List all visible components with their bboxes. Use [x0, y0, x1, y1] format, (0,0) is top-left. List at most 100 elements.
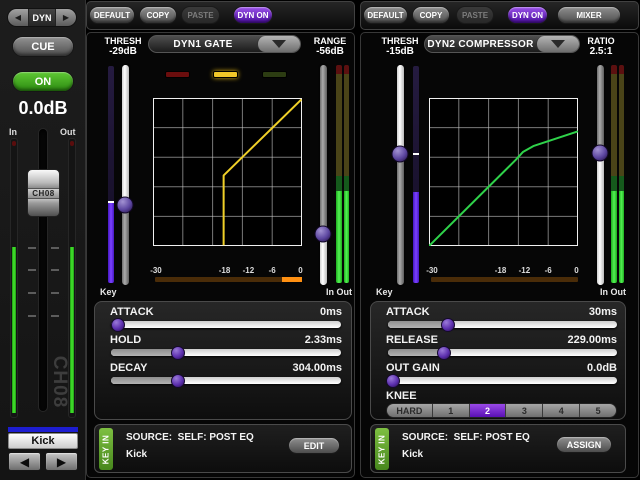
- comp-thresh-readout: THRESH -15dB: [373, 36, 427, 57]
- attack-value: 0ms: [242, 306, 342, 318]
- knee-option-hard[interactable]: HARD: [387, 404, 433, 417]
- clip-led: [70, 141, 74, 146]
- gate-thresh-knob[interactable]: [117, 196, 134, 213]
- left-arrow-icon: ◀: [15, 13, 21, 22]
- attack-label: ATTACK: [110, 306, 154, 318]
- scale-tick: -30: [150, 266, 162, 275]
- next-block-button[interactable]: ▶: [56, 9, 76, 26]
- comp-outgain-slider[interactable]: [388, 377, 617, 384]
- outgain-value: 0.0dB: [517, 362, 617, 374]
- block-label: DYN: [28, 9, 56, 26]
- knee-option-3[interactable]: 3: [506, 404, 543, 417]
- hold-value: 2.33ms: [242, 334, 342, 346]
- input-level-meter: [10, 138, 18, 418]
- gate-led-green: [262, 71, 287, 78]
- scale-tick: -18: [495, 266, 507, 275]
- processing-block-selector: ◀ DYN ▶: [7, 8, 77, 27]
- comp-release-slider[interactable]: [388, 349, 617, 356]
- cue-button[interactable]: CUE: [12, 36, 74, 57]
- gate-keyin-edit-button[interactable]: EDIT: [288, 437, 340, 454]
- gate-thresh-readout: THRESH -29dB: [96, 36, 150, 57]
- chevron-down-icon: [272, 40, 286, 48]
- gate-dyn-on-button[interactable]: DYN ON: [233, 6, 273, 24]
- gate-led-red: [165, 71, 190, 78]
- comp-gr-meter: [431, 277, 578, 282]
- gate-led-yellow: [213, 71, 238, 78]
- clip-led: [12, 141, 16, 146]
- slider-fill: [111, 377, 178, 384]
- comp-attack-slider[interactable]: [388, 321, 617, 328]
- gate-keyin-channel: Kick: [126, 449, 147, 460]
- gate-thresh-slider[interactable]: [122, 65, 129, 285]
- gate-type-dropdown[interactable]: DYN1 GATE: [148, 35, 301, 53]
- gate-decay-slider[interactable]: [111, 377, 341, 384]
- key-caption: Key: [376, 287, 393, 297]
- gate-paste-button[interactable]: PASTE: [181, 6, 220, 24]
- fader-cap-label: CH08: [28, 188, 59, 199]
- thresh-label: THRESH: [373, 36, 427, 46]
- slider-fill: [397, 65, 404, 154]
- inout-caption: In Out: [590, 287, 626, 297]
- comp-db-scale: -30 -18 -12 -6 0: [429, 266, 578, 275]
- comp-outgain-knob[interactable]: [386, 374, 400, 388]
- meter-out-label: Out: [60, 127, 76, 137]
- comp-dyn-on-button[interactable]: DYN ON: [507, 6, 548, 24]
- gate-curve: [224, 99, 302, 245]
- knee-option-5[interactable]: 5: [580, 404, 616, 417]
- slider-fill: [597, 153, 604, 285]
- gate-attack-knob[interactable]: [111, 318, 125, 332]
- gate-range-knob[interactable]: [315, 226, 332, 243]
- gate-params-panel: [94, 301, 352, 420]
- gate-db-scale: -30 -18 -12 -6 0: [153, 266, 302, 275]
- gate-range-readout: RANGE -56dB: [306, 36, 354, 57]
- dropdown-button[interactable]: [536, 36, 579, 52]
- knee-option-1[interactable]: 1: [433, 404, 470, 417]
- gate-decay-knob[interactable]: [171, 374, 185, 388]
- scale-tick: 0: [298, 266, 302, 275]
- channel-color-bar: [8, 427, 78, 432]
- keyin-tab-label: KEY IN: [102, 434, 111, 464]
- threshold-marker: [413, 153, 419, 155]
- fader-tick: [28, 315, 36, 317]
- comp-default-button[interactable]: DEFAULT: [363, 6, 408, 24]
- next-channel-button[interactable]: ▶: [45, 452, 78, 471]
- gate-copy-button[interactable]: COPY: [139, 6, 177, 24]
- gate-default-button[interactable]: DEFAULT: [89, 6, 135, 24]
- keyin-tab: KEY IN: [99, 428, 113, 470]
- comp-thresh-slider[interactable]: [397, 65, 404, 285]
- channel-fader-handle[interactable]: CH08: [27, 169, 60, 217]
- scale-tick: -6: [269, 266, 276, 275]
- chevron-down-icon: [551, 40, 565, 48]
- keyin-tab: KEY IN: [375, 428, 389, 470]
- prev-block-button[interactable]: ◀: [8, 9, 28, 26]
- meter-in-label: In: [9, 127, 17, 137]
- comp-paste-button[interactable]: PASTE: [456, 6, 494, 24]
- gate-attack-slider[interactable]: [111, 321, 341, 328]
- comp-copy-button[interactable]: COPY: [412, 6, 450, 24]
- gate-hold-knob[interactable]: [171, 346, 185, 360]
- comp-type-dropdown[interactable]: DYN2 COMPRESSOR: [424, 35, 580, 53]
- knee-option-4[interactable]: 4: [543, 404, 580, 417]
- decay-label: DECAY: [110, 362, 148, 374]
- dropdown-button[interactable]: [257, 36, 300, 52]
- right-arrow-icon: ▶: [63, 13, 69, 22]
- comp-release-knob[interactable]: [437, 346, 451, 360]
- key-meter-fill: [108, 203, 114, 283]
- release-label: RELEASE: [386, 334, 438, 346]
- comp-keyin-assign-button[interactable]: ASSIGN: [556, 436, 612, 453]
- gate-hold-slider[interactable]: [111, 349, 341, 356]
- prev-channel-button[interactable]: ◀: [8, 452, 41, 471]
- channel-on-button[interactable]: ON: [12, 71, 74, 92]
- gate-range-slider[interactable]: [320, 65, 327, 285]
- knee-option-2[interactable]: 2: [470, 404, 507, 417]
- mixer-button[interactable]: MIXER: [557, 6, 621, 24]
- scale-tick: -12: [519, 266, 531, 275]
- comp-ratio-knob[interactable]: [592, 145, 609, 162]
- comp-attack-knob[interactable]: [441, 318, 455, 332]
- comp-type-label: DYN2 COMPRESSOR: [425, 36, 536, 52]
- outgain-label: OUT GAIN: [386, 362, 440, 374]
- comp-ratio-slider[interactable]: [597, 65, 604, 285]
- comp-thresh-knob[interactable]: [392, 146, 409, 163]
- thresh-value: -29dB: [96, 46, 150, 57]
- attack-label: ATTACK: [386, 306, 430, 318]
